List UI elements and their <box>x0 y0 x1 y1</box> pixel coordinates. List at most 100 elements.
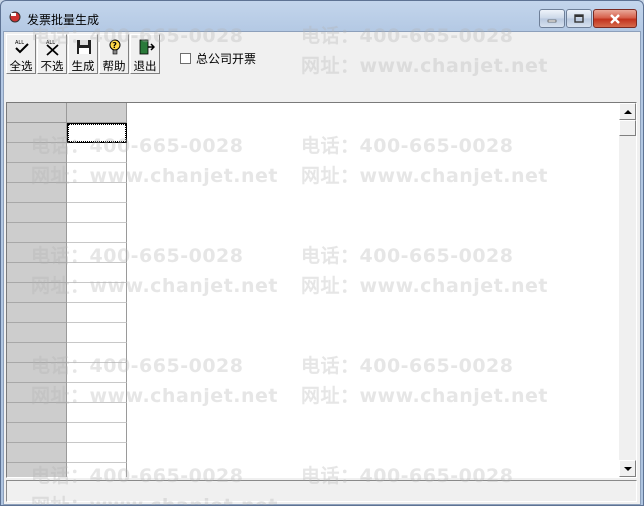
scroll-down-arrow-icon <box>623 466 632 471</box>
head-office-invoice-option[interactable]: 总公司开票 <box>180 50 256 66</box>
grid-cell[interactable] <box>67 443 127 463</box>
invoice-grid[interactable] <box>6 102 637 478</box>
grid-row-header[interactable] <box>7 443 67 463</box>
grid-cell[interactable] <box>67 223 127 243</box>
grid-row-header[interactable] <box>7 463 67 477</box>
save-disk-icon <box>77 40 91 54</box>
select-all-icon: ALL <box>15 40 29 54</box>
grid-row[interactable] <box>7 143 127 163</box>
grid-row[interactable] <box>7 263 127 283</box>
grid-row[interactable] <box>7 323 127 343</box>
grid-row-header[interactable] <box>7 363 67 383</box>
generate-label: 生成 <box>71 59 95 73</box>
grid-rows <box>7 123 127 477</box>
grid-cell[interactable] <box>67 143 127 163</box>
grid-cell[interactable] <box>67 163 127 183</box>
generate-button[interactable]: 生成 <box>68 34 98 74</box>
grid-cell[interactable] <box>67 323 127 343</box>
exit-button[interactable]: 退出 <box>130 34 160 74</box>
grid-row-header[interactable] <box>7 343 67 363</box>
select-all-button[interactable]: ALL 全选 <box>6 34 36 74</box>
scroll-down-button[interactable] <box>619 460 636 477</box>
client-area: ALL 全选 ALL 不选 生成 ? 帮助 退出 总公司开票 <box>3 31 641 505</box>
grid-row[interactable] <box>7 383 127 403</box>
grid-row[interactable] <box>7 183 127 203</box>
grid-row[interactable] <box>7 123 127 143</box>
grid-cell[interactable] <box>67 403 127 423</box>
invoice-batch-window: 发票批量生成 ALL 全选 ALL 不选 生成 ? 帮助 退出 总公司开票 电话… <box>0 0 644 506</box>
grid-row-header[interactable] <box>7 223 67 243</box>
grid-cell[interactable] <box>67 463 127 477</box>
window-controls <box>538 9 637 29</box>
grid-cell[interactable] <box>67 123 127 143</box>
exit-door-icon <box>139 39 155 55</box>
close-button[interactable] <box>593 9 637 28</box>
vertical-scrollbar[interactable] <box>619 103 636 477</box>
grid-row[interactable] <box>7 223 127 243</box>
maximize-icon <box>574 13 584 23</box>
deselect-label: 不选 <box>40 59 64 73</box>
help-button[interactable]: ? 帮助 <box>99 34 129 74</box>
close-icon <box>610 13 620 24</box>
grid-row-header[interactable] <box>7 403 67 423</box>
grid-row[interactable] <box>7 303 127 323</box>
select-all-label: 全选 <box>9 59 33 73</box>
status-bar <box>6 480 637 502</box>
grid-row[interactable] <box>7 443 127 463</box>
grid-cell[interactable] <box>67 243 127 263</box>
grid-row[interactable] <box>7 403 127 423</box>
minimize-button[interactable] <box>539 9 565 28</box>
grid-row-header[interactable] <box>7 143 67 163</box>
deselect-button[interactable]: ALL 不选 <box>37 34 67 74</box>
title-bar[interactable]: 发票批量生成 <box>1 1 643 31</box>
grid-header-row <box>7 103 127 123</box>
grid-cell[interactable] <box>67 183 127 203</box>
grid-column-header[interactable] <box>67 103 127 123</box>
grid-row-header[interactable] <box>7 203 67 223</box>
scroll-thumb[interactable] <box>619 120 636 136</box>
grid-row[interactable] <box>7 243 127 263</box>
grid-body <box>7 103 619 477</box>
svg-text:ALL: ALL <box>15 40 24 46</box>
maximize-button[interactable] <box>566 9 592 28</box>
exit-label: 退出 <box>133 59 157 73</box>
grid-cell[interactable] <box>67 383 127 403</box>
grid-cell[interactable] <box>67 343 127 363</box>
head-office-invoice-label: 总公司开票 <box>196 51 257 66</box>
grid-row[interactable] <box>7 463 127 477</box>
deselect-icon: ALL <box>46 40 59 56</box>
help-label: 帮助 <box>102 59 126 73</box>
grid-row-header[interactable] <box>7 323 67 343</box>
toolbar: ALL 全选 ALL 不选 生成 ? 帮助 退出 <box>6 34 161 74</box>
grid-corner-header <box>7 103 67 123</box>
grid-cell[interactable] <box>67 263 127 283</box>
grid-cell[interactable] <box>67 423 127 443</box>
grid-row-header[interactable] <box>7 423 67 443</box>
grid-row-header[interactable] <box>7 383 67 403</box>
grid-row-header[interactable] <box>7 243 67 263</box>
app-icon <box>9 11 21 23</box>
grid-row-header[interactable] <box>7 303 67 323</box>
scroll-up-button[interactable] <box>619 103 636 120</box>
scroll-up-arrow-icon <box>623 109 632 114</box>
help-bulb-icon: ? <box>109 39 121 55</box>
grid-row-header[interactable] <box>7 283 67 303</box>
grid-row[interactable] <box>7 203 127 223</box>
grid-row[interactable] <box>7 423 127 443</box>
grid-row[interactable] <box>7 163 127 183</box>
grid-row-header[interactable] <box>7 183 67 203</box>
svg-text:?: ? <box>112 41 117 50</box>
grid-cell[interactable] <box>67 303 127 323</box>
grid-cell[interactable] <box>67 283 127 303</box>
grid-row-header[interactable] <box>7 263 67 283</box>
head-office-invoice-checkbox[interactable] <box>180 52 191 64</box>
window-title: 发票批量生成 <box>27 13 100 27</box>
grid-row[interactable] <box>7 343 127 363</box>
grid-cell[interactable] <box>67 363 127 383</box>
minimize-icon <box>547 19 557 22</box>
grid-row[interactable] <box>7 283 127 303</box>
grid-row[interactable] <box>7 363 127 383</box>
grid-cell[interactable] <box>67 203 127 223</box>
grid-row-header[interactable] <box>7 163 67 183</box>
grid-row-header[interactable] <box>7 123 67 143</box>
